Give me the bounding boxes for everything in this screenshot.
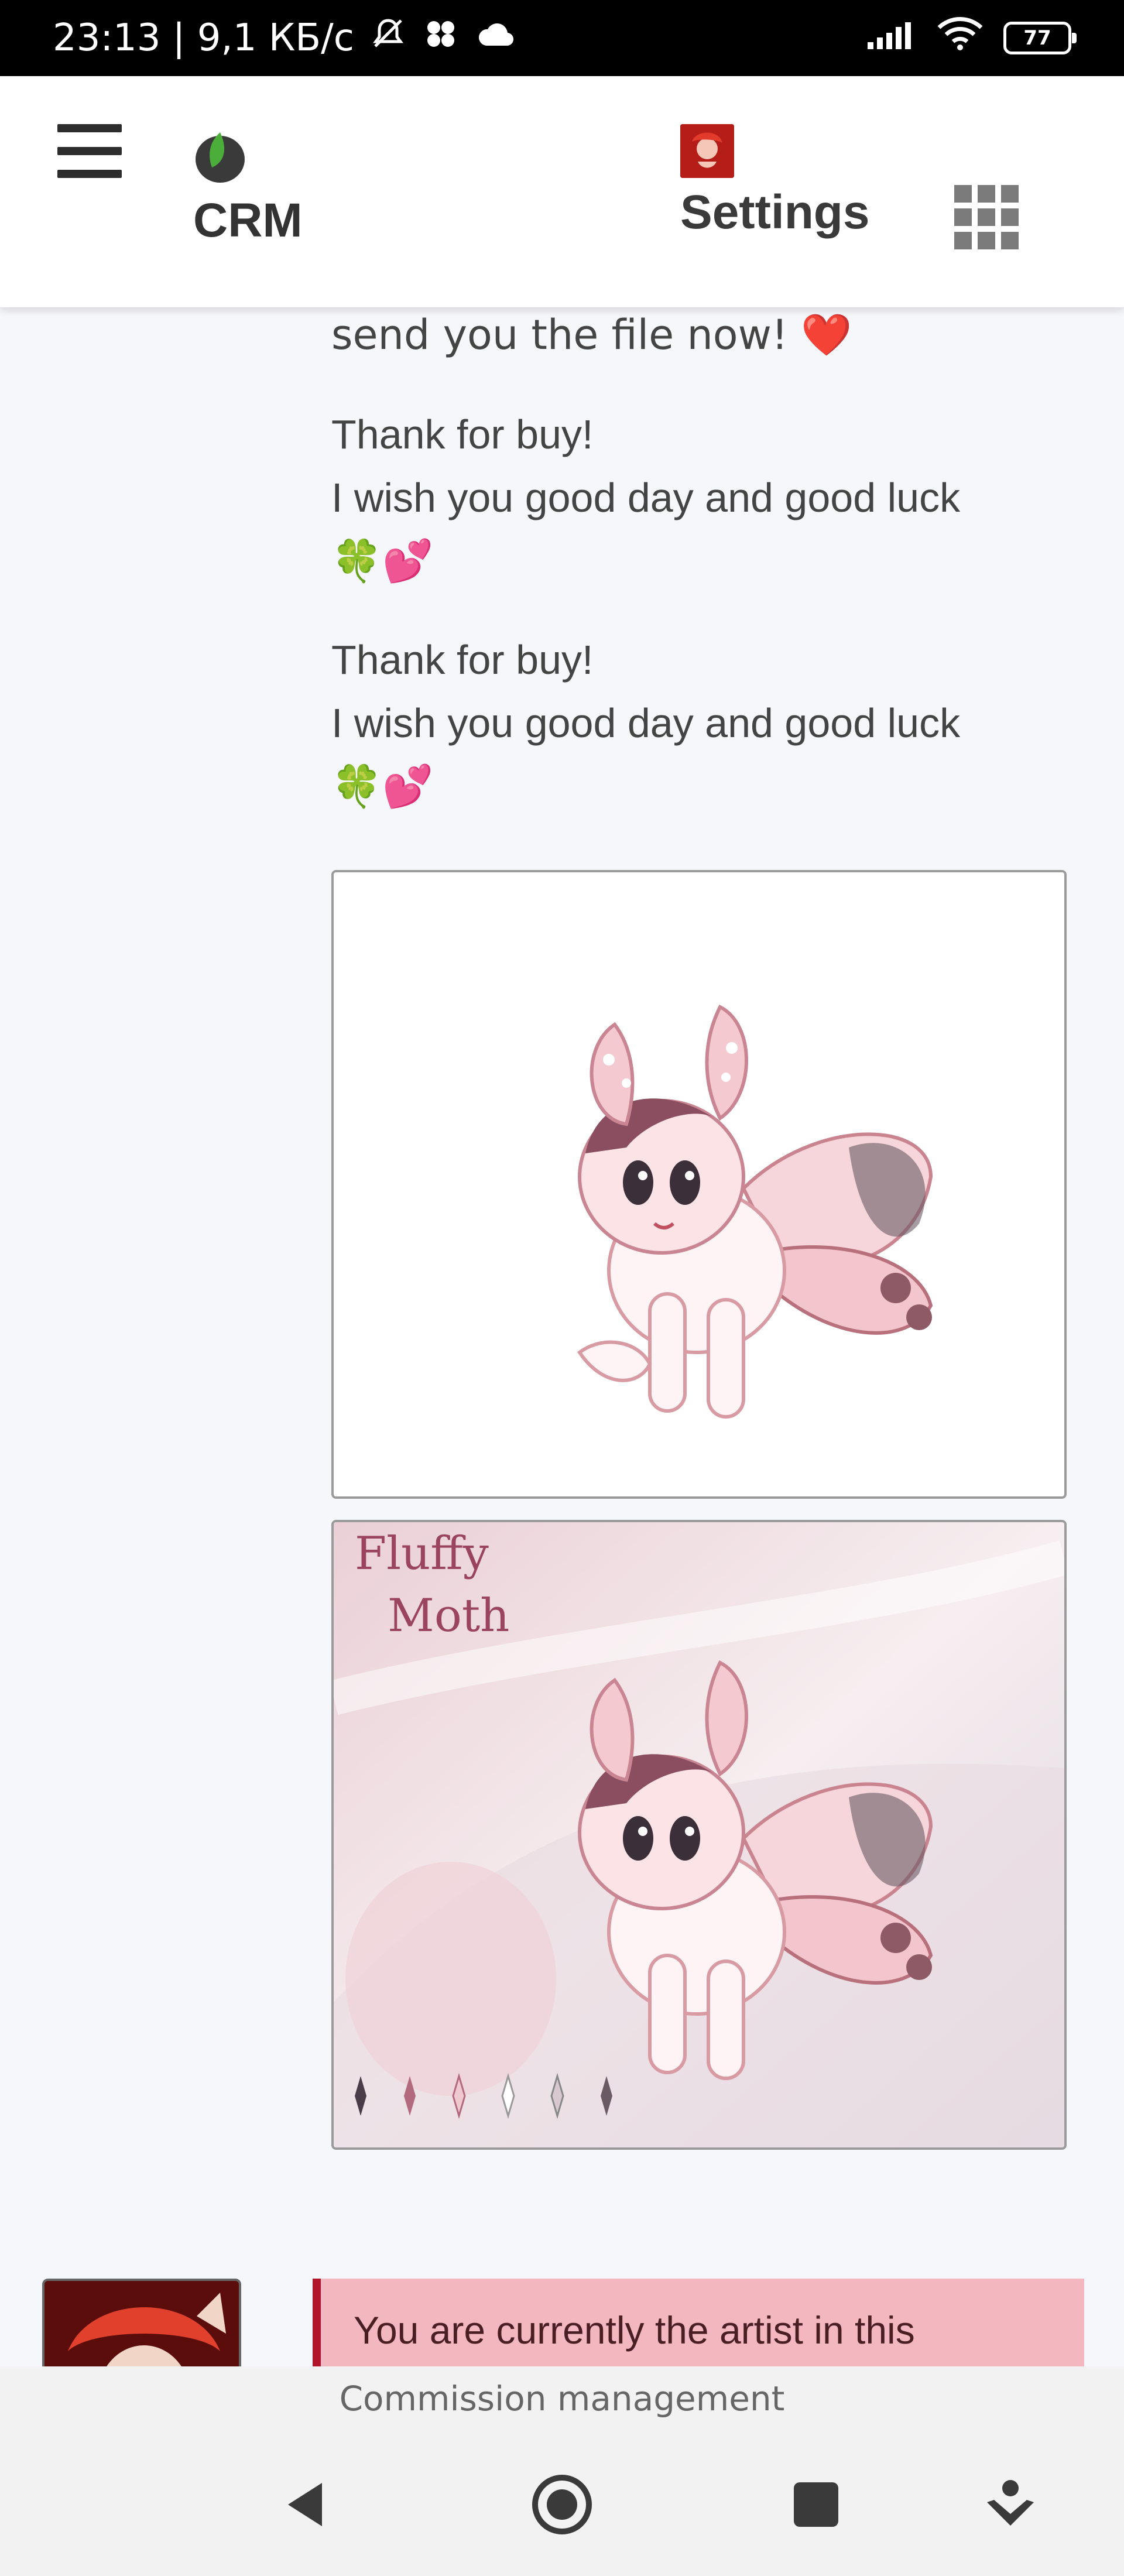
app-title[interactable]: CRM: [193, 193, 303, 248]
wifi-icon: [937, 16, 984, 60]
attachment-image-1[interactable]: [331, 870, 1067, 1499]
leaf-logo-icon[interactable]: [193, 125, 247, 184]
mute-icon: [371, 16, 406, 60]
menu-icon[interactable]: [57, 124, 122, 178]
message-text: Thank for buy! I wish you good day and g…: [331, 403, 1092, 592]
status-bar: 23:13 | 9,1 КБ/с 77: [0, 0, 1124, 76]
apps-grid-icon[interactable]: [954, 185, 1019, 249]
message-line: send you the file now! ❤️: [331, 311, 852, 359]
cluster-icon: [422, 16, 460, 60]
fluffy-moth-reference-sheet: Fluffy Moth: [334, 1522, 1064, 2147]
attachment-image-2[interactable]: Fluffy Moth: [331, 1520, 1067, 2150]
caption-text: Commission management: [339, 2379, 785, 2419]
image-title-line1: Fluffy: [355, 1527, 489, 1580]
system-nav-bar: [0, 2431, 1124, 2576]
message-line: I wish you good day and good luck: [331, 475, 961, 520]
screen: 23:13 | 9,1 КБ/с 77 CRM Settings send yo…: [0, 0, 1124, 2576]
signal-icon: [866, 16, 917, 60]
message-emoji-line: 🍀💕: [331, 537, 434, 585]
image-title-line2: Moth: [388, 1590, 509, 1642]
notice-text: You are currently the artist in this: [354, 2308, 915, 2352]
message-line: I wish you good day and good luck: [331, 700, 961, 746]
settings-link[interactable]: Settings: [680, 185, 869, 240]
message-line: Thank for buy!: [331, 637, 594, 683]
app-header: CRM Settings: [0, 76, 1124, 307]
battery-level: 77: [1023, 26, 1051, 50]
user-avatar[interactable]: [680, 124, 734, 178]
status-time-speed: 23:13 | 9,1 КБ/с: [53, 16, 354, 60]
app-caption: Commission management: [0, 2366, 1124, 2431]
message-emoji-line: 🍀💕: [331, 762, 434, 810]
recents-icon[interactable]: [781, 2469, 851, 2540]
message-line: Thank for buy!: [331, 412, 594, 457]
home-icon[interactable]: [527, 2469, 597, 2540]
back-icon[interactable]: [269, 2469, 340, 2540]
moth-pony-illustration: [334, 872, 1064, 1496]
assistant-icon[interactable]: [975, 2469, 1046, 2540]
message-text: send you the file now! ❤️: [331, 303, 1092, 366]
cloud-icon: [476, 16, 517, 60]
message-text: Thank for buy! I wish you good day and g…: [331, 628, 1092, 818]
battery-icon: 77: [1003, 22, 1077, 54]
